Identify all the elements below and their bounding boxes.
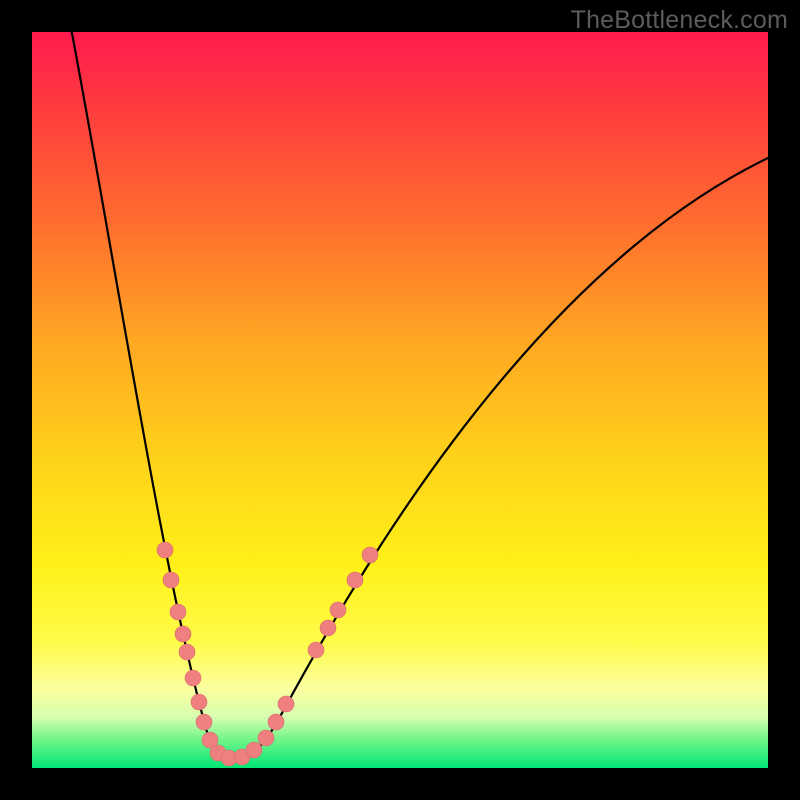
data-marker bbox=[268, 714, 284, 730]
data-marker bbox=[179, 644, 195, 660]
markers-group bbox=[157, 542, 378, 766]
data-marker bbox=[170, 604, 186, 620]
data-marker bbox=[258, 730, 274, 746]
data-marker bbox=[246, 742, 262, 758]
watermark-text: TheBottleneck.com bbox=[571, 6, 788, 35]
data-marker bbox=[308, 642, 324, 658]
data-marker bbox=[320, 620, 336, 636]
bottleneck-curve bbox=[68, 12, 768, 758]
curve-layer bbox=[32, 32, 768, 768]
data-marker bbox=[157, 542, 173, 558]
data-marker bbox=[191, 694, 207, 710]
data-marker bbox=[163, 572, 179, 588]
data-marker bbox=[185, 670, 201, 686]
data-marker bbox=[347, 572, 363, 588]
data-marker bbox=[196, 714, 212, 730]
plot-area bbox=[32, 32, 768, 768]
data-marker bbox=[362, 547, 378, 563]
data-marker bbox=[278, 696, 294, 712]
data-marker bbox=[175, 626, 191, 642]
outer-frame: TheBottleneck.com bbox=[0, 0, 800, 800]
data-marker bbox=[330, 602, 346, 618]
